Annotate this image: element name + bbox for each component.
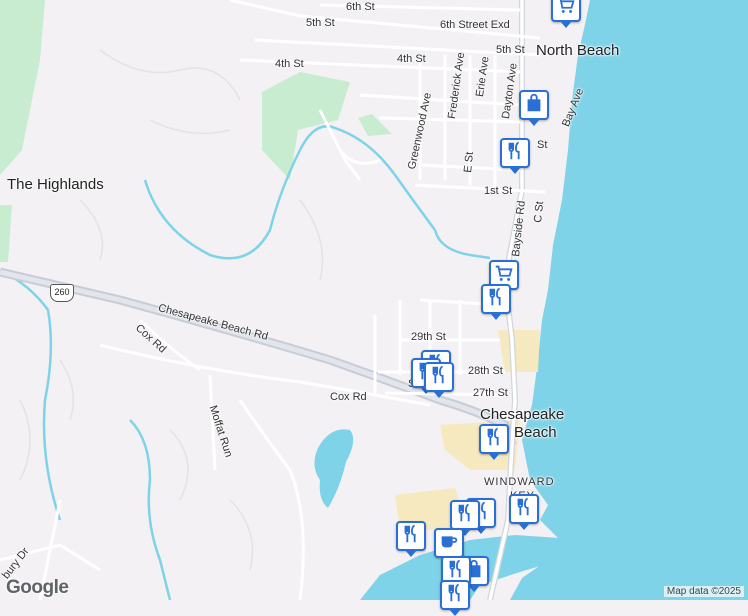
google-logo: Google <box>6 577 69 598</box>
coffee-icon <box>438 530 460 557</box>
map-attribution[interactable]: Map data ©2025 <box>663 586 744 597</box>
marker-restaurant[interactable] <box>396 521 426 557</box>
place-chesapeake-line1: Chesapeake <box>480 406 565 423</box>
marker-restaurant[interactable] <box>450 500 480 536</box>
street-4th-st: 4th St <box>275 58 304 70</box>
marker-cafe[interactable] <box>434 528 464 564</box>
restaurant-icon <box>400 523 422 550</box>
cart-icon <box>555 0 577 21</box>
street-5th-st: 5th St <box>306 17 335 29</box>
marker-restaurant[interactable] <box>509 494 539 530</box>
street-29th-st: 29th St <box>411 331 446 343</box>
street-4th-st-east: 4th St <box>397 53 426 65</box>
marker-restaurant[interactable] <box>479 424 509 460</box>
street-5th-st-east: 5th St <box>496 44 525 56</box>
route-260-shield: 260 <box>50 284 74 302</box>
street-d-st-partial: St <box>537 139 548 151</box>
place-north-beach: North Beach <box>536 42 620 59</box>
restaurant-icon <box>483 426 505 453</box>
beach-sand <box>498 330 540 372</box>
restaurant-icon <box>504 140 526 167</box>
marker-shop[interactable] <box>519 90 549 126</box>
restaurant-icon <box>485 286 507 313</box>
street-e-st: E St <box>462 151 477 174</box>
place-chesapeake-line2: Beach <box>514 424 557 441</box>
marker-restaurant[interactable] <box>424 362 454 398</box>
street-27th-st: 27th St <box>473 387 508 399</box>
marker-restaurant[interactable] <box>481 284 511 320</box>
restaurant-icon <box>428 364 450 391</box>
street-c-st: C St <box>532 200 547 224</box>
street-28th-st: 28th St <box>468 365 503 377</box>
restaurant-icon <box>454 502 476 529</box>
marker-restaurant[interactable] <box>500 138 530 174</box>
restaurant-icon <box>444 582 466 609</box>
street-1st-st: 1st St <box>484 185 513 197</box>
shopping-bag-icon <box>523 92 545 119</box>
place-windward-line1: WINDWARD <box>484 476 555 488</box>
marker-restaurant[interactable] <box>440 580 470 616</box>
restaurant-icon <box>513 496 535 523</box>
street-6th-st: 6th St <box>346 1 375 13</box>
marker-grocery[interactable] <box>551 0 581 28</box>
place-the-highlands: The Highlands <box>7 176 104 193</box>
street-cox-rd: Cox Rd <box>330 391 367 403</box>
map-canvas[interactable] <box>0 0 748 600</box>
street-6th-street-exd: 6th Street Exd <box>440 19 510 31</box>
